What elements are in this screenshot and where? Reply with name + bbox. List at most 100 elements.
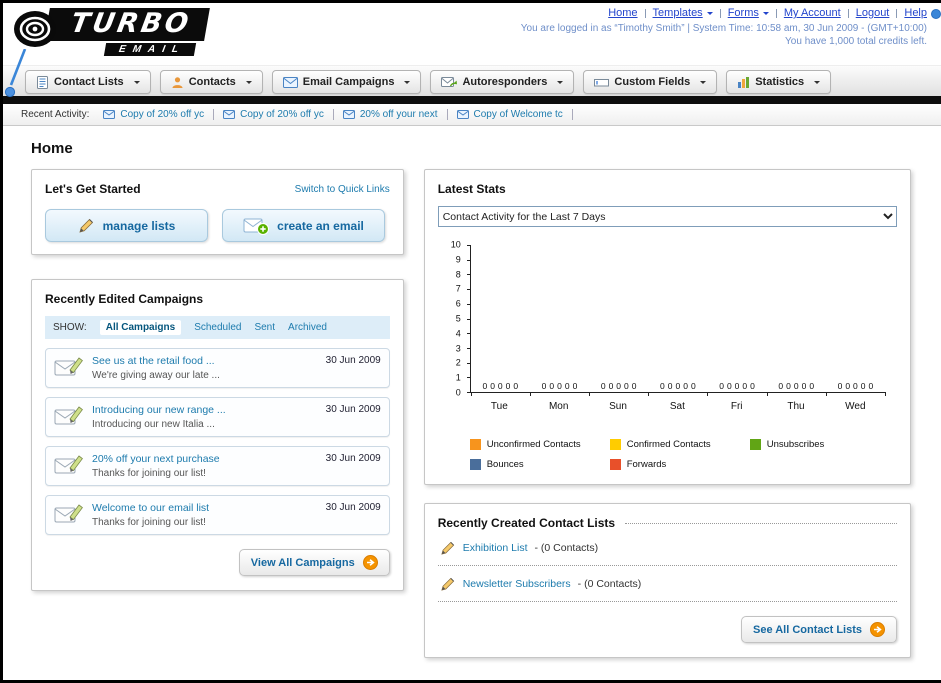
legend-item: Bounces	[469, 459, 610, 470]
nav-link-help[interactable]: Help	[904, 7, 927, 19]
y-axis-tick	[466, 259, 471, 261]
x-axis-label: Tue	[490, 401, 508, 412]
app-window: TURBO EMAIL Home Templates Forms My Acco…	[0, 0, 941, 683]
recent-activity-label: Recent Activity:	[21, 109, 90, 120]
dropdown-arrow-icon	[706, 11, 713, 18]
recent-activity-bar: Recent Activity: Copy of 20% off yc Copy…	[3, 104, 941, 126]
manage-lists-button[interactable]: manage lists	[45, 209, 208, 242]
y-axis-label: 9	[455, 254, 461, 265]
y-axis-label: 2	[455, 357, 461, 368]
x-axis-tick	[589, 392, 591, 396]
legend-swatch-icon	[609, 459, 621, 470]
arrow-circle-icon	[362, 555, 378, 570]
get-started-panel: Let's Get Started Switch to Quick Links …	[31, 169, 404, 255]
recent-activity-link[interactable]: 20% off your next	[360, 109, 438, 120]
contact-list-link[interactable]: Newsletter Subscribers	[463, 578, 571, 590]
recent-activity-item[interactable]: Copy of 20% off yc	[103, 109, 204, 120]
see-all-contact-lists-button[interactable]: See All Contact Lists	[740, 616, 897, 643]
legend-item: Forwards	[609, 459, 750, 470]
chart-y-labels: 0 1 2 3 4 5 6 7 8 9 10	[440, 240, 466, 397]
right-column: Latest Stats Contact Activity for the La…	[423, 169, 911, 658]
logo-text: TURBO EMAIL	[44, 8, 210, 56]
nav-link-my-account[interactable]: My Account	[784, 7, 841, 19]
filter-scheduled[interactable]: Scheduled	[194, 322, 241, 333]
contact-list-link[interactable]: Exhibition List	[463, 542, 528, 554]
envelope-pencil-icon	[54, 455, 83, 474]
x-axis-tick	[766, 392, 768, 396]
chart-value-label: 0	[505, 380, 511, 391]
pencil-icon	[79, 218, 93, 233]
tab-label: Contacts	[188, 76, 236, 88]
chart-value-label: 0	[837, 380, 843, 391]
dropdown-arrow-icon	[700, 80, 707, 87]
envelope-icon	[223, 110, 236, 119]
create-email-label: create an email	[277, 218, 364, 233]
chart-value-label: 0	[482, 380, 488, 391]
switch-quick-links-link[interactable]: Switch to Quick Links	[295, 184, 390, 195]
nav-link-home[interactable]: Home	[608, 7, 637, 19]
latest-stats-panel: Latest Stats Contact Activity for the La…	[423, 169, 911, 485]
y-axis-label: 1	[455, 372, 461, 383]
tab-label: Autoresponders	[462, 76, 548, 88]
create-email-button[interactable]: create an email	[222, 209, 385, 242]
email-campaigns-icon	[282, 76, 298, 88]
legend-item: Confirmed Contacts	[609, 439, 750, 450]
y-axis-label: 7	[455, 283, 461, 294]
recent-activity-link[interactable]: Copy of 20% off yc	[240, 109, 324, 120]
contact-list-item[interactable]: Exhibition List - (0 Contacts)	[437, 530, 897, 566]
stats-period-select[interactable]: Contact Activity for the Last 7 Days	[437, 206, 897, 227]
chart-value-label: 0	[726, 380, 732, 391]
recent-activity-item[interactable]: Copy of Welcome tc	[456, 109, 563, 120]
header-dot-decoration	[931, 9, 941, 19]
chart-value-label: 0	[845, 380, 851, 391]
chart-value-label: 0	[860, 380, 866, 391]
tab-custom-fields[interactable]: Custom Fields	[583, 70, 718, 94]
recent-activity-item[interactable]: 20% off your next	[342, 109, 438, 120]
y-axis-tick	[466, 333, 471, 335]
logo-subtitle: EMAIL	[103, 42, 197, 56]
campaign-filter-bar: SHOW: All Campaigns Scheduled Sent Archi…	[45, 316, 390, 339]
campaign-row[interactable]: Introducing our new range ... Introducin…	[45, 397, 390, 437]
campaign-subtitle: We're giving away our late ...	[92, 370, 220, 381]
chart-value-label: 0	[541, 380, 547, 391]
filter-all-campaigns[interactable]: All Campaigns	[99, 320, 182, 335]
chart-value-label: 0	[572, 380, 578, 391]
tab-autoresponders[interactable]: Autoresponders	[430, 70, 575, 94]
campaign-row[interactable]: Welcome to our email list Thanks for joi…	[45, 495, 390, 535]
recent-activity-item[interactable]: Copy of 20% off yc	[223, 109, 324, 120]
left-column: Let's Get Started Switch to Quick Links …	[31, 169, 404, 591]
tab-email-campaigns[interactable]: Email Campaigns	[271, 70, 422, 94]
campaign-title-link[interactable]: See us at the retail food ...	[92, 355, 312, 367]
chart-value-label: 0	[660, 380, 665, 391]
chart-value-label: 0	[667, 380, 673, 391]
campaign-row[interactable]: See us at the retail food ... We're givi…	[45, 348, 390, 388]
tab-contacts[interactable]: Contacts	[159, 70, 263, 94]
filter-archived[interactable]: Archived	[288, 322, 327, 333]
filter-sent[interactable]: Sent	[254, 322, 275, 333]
y-axis-label: 0	[455, 387, 461, 398]
campaign-title-link[interactable]: Introducing our new range ...	[92, 404, 312, 416]
logo-antenna-decoration	[4, 49, 27, 98]
campaign-row[interactable]: 20% off your next purchase Thanks for jo…	[45, 446, 390, 486]
nav-link-templates[interactable]: Templates	[653, 7, 703, 19]
recent-activity-link[interactable]: Copy of 20% off yc	[120, 109, 204, 120]
campaign-subtitle: Thanks for joining our list!	[92, 468, 206, 479]
top-nav: Home Templates Forms My Account Logout H…	[521, 7, 927, 19]
legend-label: Confirmed Contacts	[626, 439, 711, 450]
campaign-date: 30 Jun 2009	[325, 355, 381, 366]
x-axis-tick	[885, 392, 886, 396]
tab-statistics[interactable]: Statistics	[726, 70, 832, 94]
tab-contact-lists[interactable]: Contact Lists	[25, 70, 151, 94]
view-all-campaigns-button[interactable]: View All Campaigns	[238, 549, 390, 576]
campaign-title-link[interactable]: Welcome to our email list	[92, 502, 312, 514]
campaign-title-link[interactable]: 20% off your next purchase	[92, 453, 312, 465]
manage-lists-label: manage lists	[102, 218, 176, 233]
x-axis-tick	[707, 392, 709, 396]
nav-link-logout[interactable]: Logout	[856, 7, 890, 19]
recent-activity-link[interactable]: Copy of Welcome tc	[474, 109, 563, 120]
chart-value-label: 0	[675, 380, 681, 391]
chart-value-label: 0	[742, 380, 748, 391]
dropdown-arrow-icon	[404, 80, 411, 87]
contact-list-item[interactable]: Newsletter Subscribers - (0 Contacts)	[437, 566, 897, 602]
nav-link-forms[interactable]: Forms	[728, 7, 759, 19]
